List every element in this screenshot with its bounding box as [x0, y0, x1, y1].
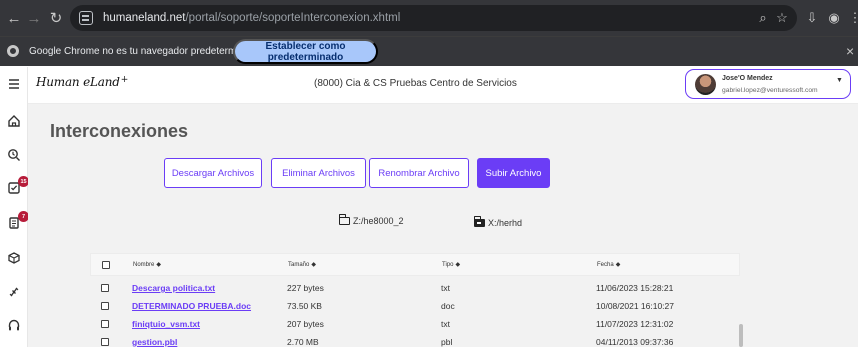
select-all-checkbox[interactable] [102, 260, 110, 269]
file-link[interactable]: finiqtuio_vsm.txt [132, 319, 200, 329]
close-icon[interactable]: × [846, 43, 854, 59]
humaneland-logo[interactable]: Human eLand+ [36, 75, 128, 89]
browser-toolbar: ← → ↻ humaneland.net/portal/soporte/sopo… [0, 0, 858, 36]
home-icon[interactable] [6, 113, 22, 129]
file-type: txt [441, 283, 450, 293]
sort-icon: ◆ [156, 262, 161, 268]
file-size: 73.50 KB [287, 301, 322, 311]
interconexiones-page: Interconexiones Descargar Archivos Elimi… [28, 104, 858, 347]
reload-icon[interactable]: ↻ [44, 6, 68, 30]
site-info-icon[interactable] [79, 11, 93, 25]
sort-icon: ◆ [615, 262, 621, 268]
file-size: 227 bytes [287, 283, 324, 293]
drive-left-label: Z:/he8000_2 [353, 216, 404, 226]
chevron-down-icon[interactable]: ▼ [836, 77, 843, 84]
rename-file-button[interactable]: Renombrar Archivo [369, 158, 469, 188]
connections-icon[interactable] [6, 284, 22, 300]
menu-icon[interactable]: ⋮ [843, 6, 858, 30]
page-title: Interconexiones [50, 121, 189, 141]
user-name: Jose'O Mendez [722, 75, 773, 82]
name-column-header[interactable]: Nombre ◆ [133, 261, 161, 268]
row-checkbox[interactable] [101, 302, 109, 310]
table-row[interactable]: gestion.pbl 2.70 MB pbl 04/11/2013 09:37… [90, 333, 740, 347]
set-default-button[interactable]: Establecer como predeterminado [233, 39, 378, 64]
box-icon[interactable] [6, 250, 22, 266]
file-date: 11/06/2023 15:28:21 [596, 283, 674, 293]
app-header: Human eLand+ (8000) Cia & CS Pruebas Cen… [28, 67, 858, 104]
avatar [695, 74, 716, 95]
sort-icon: ◆ [311, 262, 316, 268]
row-checkbox[interactable] [101, 338, 109, 346]
file-size: 2.70 MB [287, 337, 319, 347]
headset-icon[interactable] [6, 318, 22, 334]
drive-right[interactable]: X:/herhd [473, 216, 523, 228]
file-type: pbl [441, 337, 453, 347]
support-icon[interactable] [6, 147, 22, 163]
vertical-scrollbar[interactable] [739, 324, 743, 347]
address-bar[interactable]: humaneland.net/portal/soporte/soporteInt… [70, 5, 797, 31]
url-text[interactable]: humaneland.net/portal/soporte/soporteInt… [103, 12, 400, 24]
files-table: Nombre ◆ Tamaño ◆ Tipo ◆ Fecha ◆ Descarga po… [90, 253, 740, 347]
download-files-button[interactable]: Descargar Archivos [164, 158, 262, 188]
forward-icon[interactable]: → [22, 6, 46, 30]
upload-file-button[interactable]: Subir Archivo [477, 158, 550, 188]
sort-icon: ◆ [455, 262, 461, 268]
user-email: gabriel.lopez@venturessoft.com [722, 87, 818, 94]
drive-right-label: X:/herhd [488, 218, 523, 228]
file-size: 207 bytes [287, 319, 324, 329]
file-link[interactable]: gestion.pbl [132, 337, 177, 347]
bookmark-icon[interactable]: ☆ [770, 6, 794, 30]
app-sidebar: 15 7 [0, 67, 29, 347]
chrome-icon [7, 45, 19, 57]
file-type: txt [441, 319, 450, 329]
table-header: Nombre ◆ Tamaño ◆ Tipo ◆ Fecha ◆ [90, 253, 740, 276]
downloads-icon[interactable]: ⇩ [800, 6, 824, 30]
type-column-header[interactable]: Tipo ◆ [442, 261, 460, 268]
file-type: doc [441, 301, 455, 311]
table-row[interactable]: finiqtuio_vsm.txt 207 bytes txt 11/07/20… [90, 315, 740, 333]
table-row[interactable]: DETERMINADO PRUEBA.doc 73.50 KB doc 10/0… [90, 297, 740, 315]
file-date: 04/11/2013 09:37:36 [596, 337, 674, 347]
row-checkbox[interactable] [101, 320, 109, 328]
menu-toggle-icon[interactable] [6, 76, 22, 92]
table-row[interactable]: Descarga politica.txt 227 bytes txt 11/0… [90, 279, 740, 297]
user-menu[interactable]: Jose'O Mendez gabriel.lopez@venturessoft… [685, 69, 851, 99]
folder-icon [473, 216, 485, 227]
default-browser-infobar: Google Chrome no es tu navegador predete… [0, 36, 858, 66]
date-column-header[interactable]: Fecha ◆ [597, 261, 620, 268]
size-column-header[interactable]: Tamaño ◆ [288, 261, 316, 268]
row-checkbox[interactable] [101, 284, 109, 292]
file-link[interactable]: DETERMINADO PRUEBA.doc [132, 301, 251, 311]
delete-files-button[interactable]: Eliminar Archivos [271, 158, 366, 188]
infobar-message: Google Chrome no es tu navegador predete… [29, 46, 261, 57]
drive-left[interactable]: Z:/he8000_2 [338, 214, 404, 226]
file-date: 11/07/2023 12:31:02 [596, 319, 674, 329]
company-name: (8000) Cia & CS Pruebas Centro de Servic… [314, 78, 517, 89]
file-link[interactable]: Descarga politica.txt [132, 283, 215, 293]
file-date: 10/08/2021 16:10:27 [596, 301, 674, 311]
folder-icon [338, 214, 350, 225]
